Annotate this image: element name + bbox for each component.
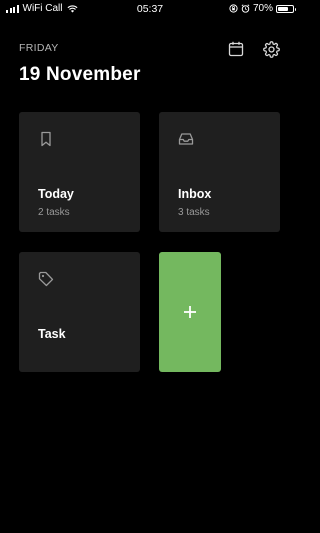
card-task-title: Task — [38, 327, 66, 341]
card-inbox-count: 3 tasks — [178, 207, 210, 218]
tag-icon — [38, 271, 54, 287]
card-task[interactable]: Task — [19, 252, 140, 372]
inbox-icon — [178, 133, 194, 145]
settings-button[interactable] — [261, 39, 281, 59]
card-today-title: Today — [38, 187, 74, 201]
battery-percent: 70% — [252, 3, 273, 14]
status-right: 70% — [229, 3, 296, 14]
card-today[interactable]: Today 2 tasks — [19, 112, 140, 232]
gear-icon — [262, 40, 280, 58]
bookmark-icon — [41, 131, 51, 147]
page-title: 19 November — [19, 64, 141, 85]
battery-icon — [276, 4, 296, 13]
card-inbox-title: Inbox — [178, 187, 212, 201]
alarm-icon — [241, 4, 250, 13]
add-list-button[interactable] — [159, 252, 221, 372]
day-label: FRIDAY — [19, 42, 59, 54]
calendar-button[interactable] — [226, 39, 246, 59]
rotation-lock-icon — [229, 4, 238, 13]
card-inbox[interactable]: Inbox 3 tasks — [159, 112, 280, 232]
status-bar: WiFi Call 05:37 70% — [0, 0, 300, 18]
plus-icon — [184, 306, 196, 318]
calendar-icon — [228, 41, 244, 57]
card-today-count: 2 tasks — [38, 207, 70, 218]
battery-fill — [278, 6, 288, 11]
